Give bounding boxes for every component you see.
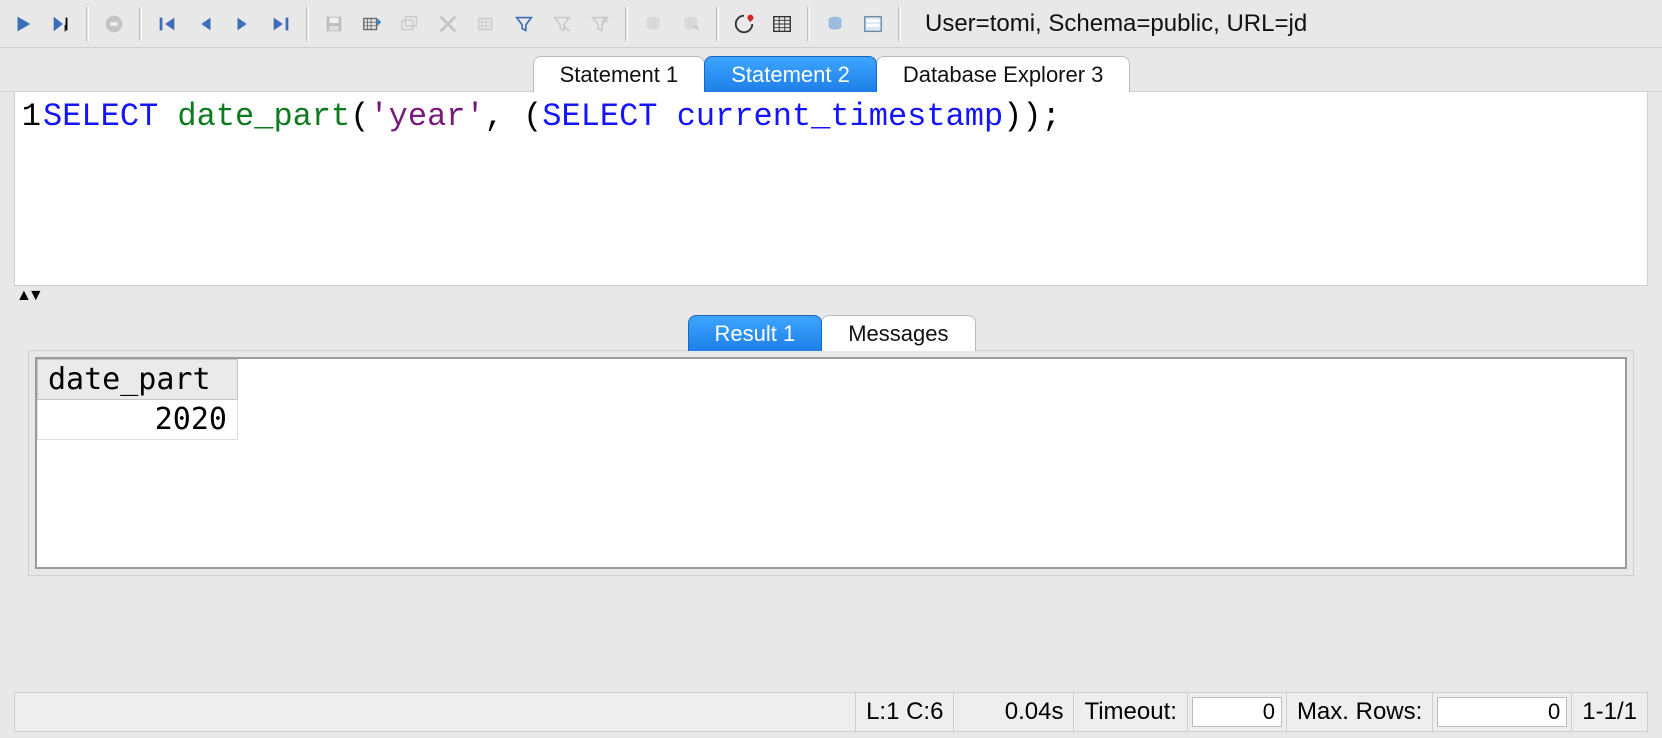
copy-row-icon <box>399 13 421 35</box>
func-datepart: date_part <box>177 98 350 135</box>
stop-button[interactable] <box>95 5 133 43</box>
table-row[interactable]: 2020 <box>38 400 238 440</box>
spreadsheet-button[interactable] <box>763 5 801 43</box>
insert-row-button[interactable] <box>353 5 391 43</box>
rollback-button[interactable] <box>672 5 710 43</box>
result-panel: date_part 2020 <box>28 350 1634 576</box>
db-form-icon <box>862 13 884 35</box>
spreadsheet-icon <box>771 13 793 35</box>
maxrows-label: Max. Rows: <box>1287 693 1433 731</box>
editor-gutter: 1 <box>15 92 43 285</box>
filter-reset-button[interactable] <box>581 5 619 43</box>
result-tab-bar: Result 1 Messages <box>0 306 1662 350</box>
punct: ) <box>1003 98 1022 135</box>
append-results-button[interactable] <box>725 5 763 43</box>
grid-small-icon <box>475 13 497 35</box>
commit-button[interactable] <box>634 5 672 43</box>
next-record-button[interactable] <box>224 5 262 43</box>
kw-select-inner: SELECT <box>542 98 657 135</box>
prev-record-button[interactable] <box>186 5 224 43</box>
editor-tab-bar: Statement 1 Statement 2 Database Explore… <box>0 48 1662 92</box>
punct: ( <box>350 98 369 135</box>
filter-apply-button[interactable] <box>543 5 581 43</box>
status-message-area <box>15 693 856 731</box>
punct: ( <box>523 98 542 135</box>
filter-button[interactable] <box>505 5 543 43</box>
execute-at-cursor-button[interactable]: I <box>42 5 80 43</box>
save-icon <box>323 13 345 35</box>
delete-row-button[interactable] <box>429 5 467 43</box>
svg-text:I: I <box>64 23 67 33</box>
cell-value[interactable]: 2020 <box>38 400 238 440</box>
save-button[interactable] <box>315 5 353 43</box>
filter-apply-icon <box>551 13 573 35</box>
db-commit-icon <box>642 13 664 35</box>
punct: , <box>485 98 523 135</box>
next-icon <box>232 13 254 35</box>
append-icon <box>733 13 755 35</box>
filter-icon <box>513 13 535 35</box>
kw-select: SELECT <box>43 98 158 135</box>
cursor-position: L:1 C:6 <box>856 693 954 731</box>
first-icon <box>156 13 178 35</box>
timeout-input[interactable] <box>1192 697 1282 727</box>
row-range: 1-1/1 <box>1572 693 1647 731</box>
stop-icon <box>103 13 125 35</box>
db-object-icon <box>824 13 846 35</box>
col-header-datepart[interactable]: date_part <box>38 360 238 400</box>
tab-messages[interactable]: Messages <box>821 315 975 351</box>
connection-info: User=tomi, Schema=public, URL=jd <box>925 10 1307 38</box>
tab-statement-1[interactable]: Statement 1 <box>533 56 706 92</box>
play-icon <box>12 13 34 35</box>
first-record-button[interactable] <box>148 5 186 43</box>
db-object-button[interactable] <box>816 5 854 43</box>
tab-result-1[interactable]: Result 1 <box>688 315 823 351</box>
db-form-button[interactable] <box>854 5 892 43</box>
execute-button[interactable] <box>4 5 42 43</box>
last-icon <box>270 13 292 35</box>
status-bar: L:1 C:6 0.04s Timeout: Max. Rows: 1-1/1 <box>14 692 1648 732</box>
line-number: 1 <box>15 96 41 138</box>
timeout-label: Timeout: <box>1074 693 1187 731</box>
kw-current-timestamp: current_timestamp <box>677 98 1003 135</box>
splitter-icon: ▲▼ <box>16 287 40 305</box>
delete-icon <box>437 13 459 35</box>
copy-row-button[interactable] <box>391 5 429 43</box>
main-toolbar: I User=tomi, Schema=public <box>0 0 1662 48</box>
filter-reset-icon <box>589 13 611 35</box>
editor-content[interactable]: SELECT date_part('year', (SELECT current… <box>43 92 1647 285</box>
punct: ) <box>1022 98 1041 135</box>
last-record-button[interactable] <box>262 5 300 43</box>
elapsed-time: 0.04s <box>954 693 1074 731</box>
tab-statement-2[interactable]: Statement 2 <box>704 56 877 92</box>
prev-icon <box>194 13 216 35</box>
punct: ; <box>1042 98 1061 135</box>
str-year: 'year' <box>369 98 484 135</box>
splitter-handle[interactable]: ▲▼ <box>0 286 1662 306</box>
result-grid[interactable]: date_part 2020 <box>35 357 1627 569</box>
db-rollback-icon <box>680 13 702 35</box>
lock-row-button[interactable] <box>467 5 505 43</box>
insert-row-icon <box>361 13 383 35</box>
maxrows-input[interactable] <box>1437 697 1567 727</box>
sql-editor[interactable]: 1 SELECT date_part('year', (SELECT curre… <box>14 92 1648 286</box>
play-cursor-icon: I <box>50 13 72 35</box>
tab-database-explorer-3[interactable]: Database Explorer 3 <box>876 56 1131 92</box>
